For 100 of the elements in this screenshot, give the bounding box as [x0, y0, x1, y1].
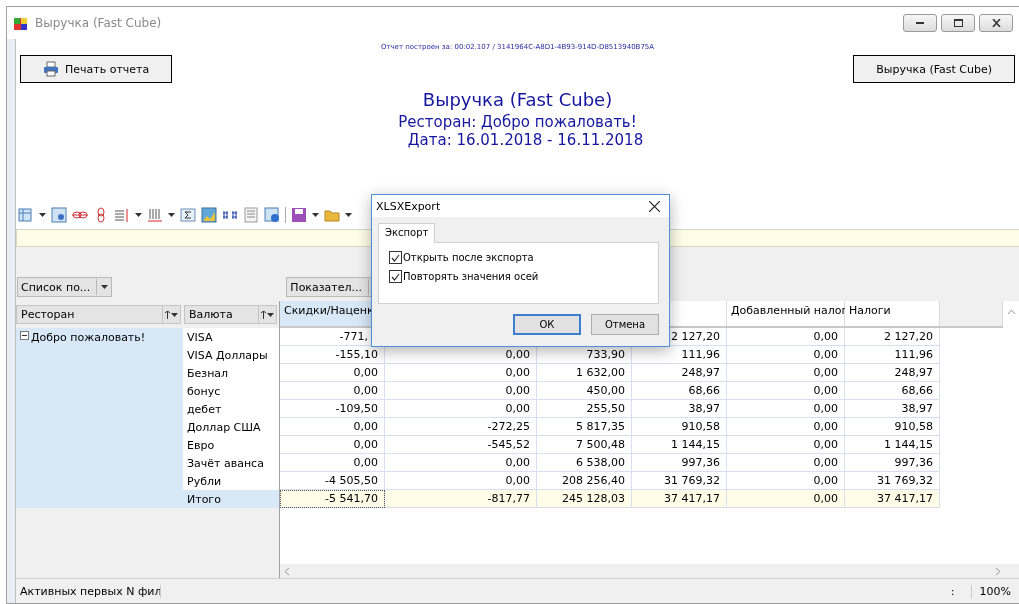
table-cell: 0,00	[280, 454, 385, 472]
report-title: Выручка (Fast Cube)	[422, 89, 613, 110]
table-info-button[interactable]	[264, 207, 280, 223]
table-refresh-icon	[51, 207, 67, 223]
save-icon	[291, 207, 307, 223]
table-cell: -109,50	[280, 400, 385, 418]
sort-icon	[261, 310, 266, 319]
sum-button[interactable]	[180, 207, 196, 223]
table-cell: 248,97	[632, 364, 727, 382]
app-cube-icon	[13, 15, 29, 31]
table-cell: 111,96	[632, 346, 727, 364]
header-filler	[940, 301, 1003, 326]
caret-icon	[312, 213, 319, 217]
table-cell: 0,00	[727, 418, 845, 436]
dropdown-button[interactable]	[345, 213, 352, 217]
zoom-level: 100%	[970, 584, 1019, 598]
table-refresh-button[interactable]	[51, 207, 67, 223]
table-cell: 0,00	[727, 454, 845, 472]
table-cell: 0,00	[385, 400, 537, 418]
caret-icon	[345, 213, 352, 217]
total-row-label: Итого	[183, 490, 279, 508]
window-title: Выручка (Fast Cube)	[35, 16, 162, 30]
maximize-icon	[953, 19, 963, 27]
table-cell: 0,00	[727, 472, 845, 490]
dialog-tab[interactable]: Экспорт	[378, 223, 436, 243]
dropdown-button[interactable]	[39, 213, 46, 217]
table-cell: -272,25	[385, 418, 537, 436]
table-cell: 0,00	[385, 472, 537, 490]
report-button[interactable]: Выручка (Fast Cube)	[853, 55, 1015, 83]
row-label: Зачёт аванса	[183, 454, 279, 472]
column-header: Налоги	[845, 301, 940, 326]
table-cell: 37 417,17	[845, 490, 940, 508]
dropdown-button[interactable]	[135, 213, 142, 217]
report-subtitle: Ресторан: Добро пожаловать!	[398, 113, 637, 131]
table-cell: -4 505,50	[280, 472, 385, 490]
print-report-button[interactable]: Печать отчета	[20, 55, 173, 83]
table-cell: 0,00	[280, 382, 385, 400]
checkbox[interactable]	[389, 270, 402, 283]
close-icon	[991, 19, 1001, 27]
maximize-button[interactable]	[941, 14, 975, 32]
dropdown-button[interactable]	[168, 213, 175, 217]
table-cell: 0,00	[385, 382, 537, 400]
status-separator: :	[950, 584, 955, 598]
table-cell: 1 144,15	[845, 436, 940, 454]
filter-field-dropdown[interactable]: Список по...	[17, 277, 113, 297]
minimize-button[interactable]	[903, 14, 937, 32]
table-cell: 31 769,32	[632, 472, 727, 490]
row-label: Евро	[183, 436, 279, 454]
table-cell: 1 632,00	[537, 364, 632, 382]
table-cell: 0,00	[727, 400, 845, 418]
table-cell: 7 500,48	[537, 436, 632, 454]
printer-icon	[43, 61, 59, 77]
row-header-field[interactable]: Ресторан	[16, 305, 181, 324]
group-label: Добро пожаловать!	[31, 331, 146, 344]
table-icon	[18, 207, 34, 223]
row-label: Рубли	[183, 472, 279, 490]
close-icon	[648, 200, 660, 212]
save-button[interactable]	[291, 207, 307, 223]
table-cell: 910,58	[632, 418, 727, 436]
row-header-field[interactable]: Валюта	[184, 305, 277, 324]
table-cell: 0,00	[280, 418, 385, 436]
folder-icon	[324, 207, 340, 223]
caret-icon	[267, 312, 274, 317]
columns-width-icon	[147, 207, 163, 223]
table-cell: 68,66	[845, 382, 940, 400]
dialog-button[interactable]: Отмена	[591, 314, 659, 335]
row-label: VISA	[183, 328, 279, 346]
table-cell: 0,00	[727, 436, 845, 454]
checkbox[interactable]	[389, 251, 402, 264]
dialog-button[interactable]: ОК	[513, 314, 581, 335]
table-cell: 255,50	[537, 400, 632, 418]
dialog-title: XLSXExport	[376, 199, 441, 213]
table-cell: 0,00	[385, 364, 537, 382]
table-button[interactable]	[18, 207, 34, 223]
checkbox-label: Повторять значения осей	[403, 271, 539, 282]
close-button[interactable]	[979, 14, 1013, 32]
folder-button[interactable]	[324, 207, 340, 223]
scroll-up-icon	[1006, 309, 1016, 315]
report-dates: Дата: 16.01.2018 - 16.11.2018	[407, 131, 644, 149]
table-cell: 38,97	[632, 400, 727, 418]
caret-icon	[171, 312, 178, 317]
table-cell: 0,00	[727, 328, 845, 346]
table-cell: -545,52	[385, 436, 537, 454]
table-cell: 1 144,15	[632, 436, 727, 454]
table-cell: 0,00	[280, 364, 385, 382]
table-cell: 997,36	[845, 454, 940, 472]
caret-icon	[135, 213, 142, 217]
table-cell: 248,97	[845, 364, 940, 382]
table-cell: 910,58	[845, 418, 940, 436]
document-icon	[243, 207, 259, 223]
table-cell: -5 541,70	[280, 490, 385, 508]
table-cell: 450,00	[537, 382, 632, 400]
minimize-icon	[916, 21, 924, 25]
table-cell: 38,97	[845, 400, 940, 418]
dropdown-button[interactable]	[312, 213, 319, 217]
table-cell: 997,36	[632, 454, 727, 472]
table-cell: 0,00	[727, 346, 845, 364]
caret-icon	[168, 213, 175, 217]
chart-icon	[201, 207, 217, 223]
row-label: Доллар США	[183, 418, 279, 436]
